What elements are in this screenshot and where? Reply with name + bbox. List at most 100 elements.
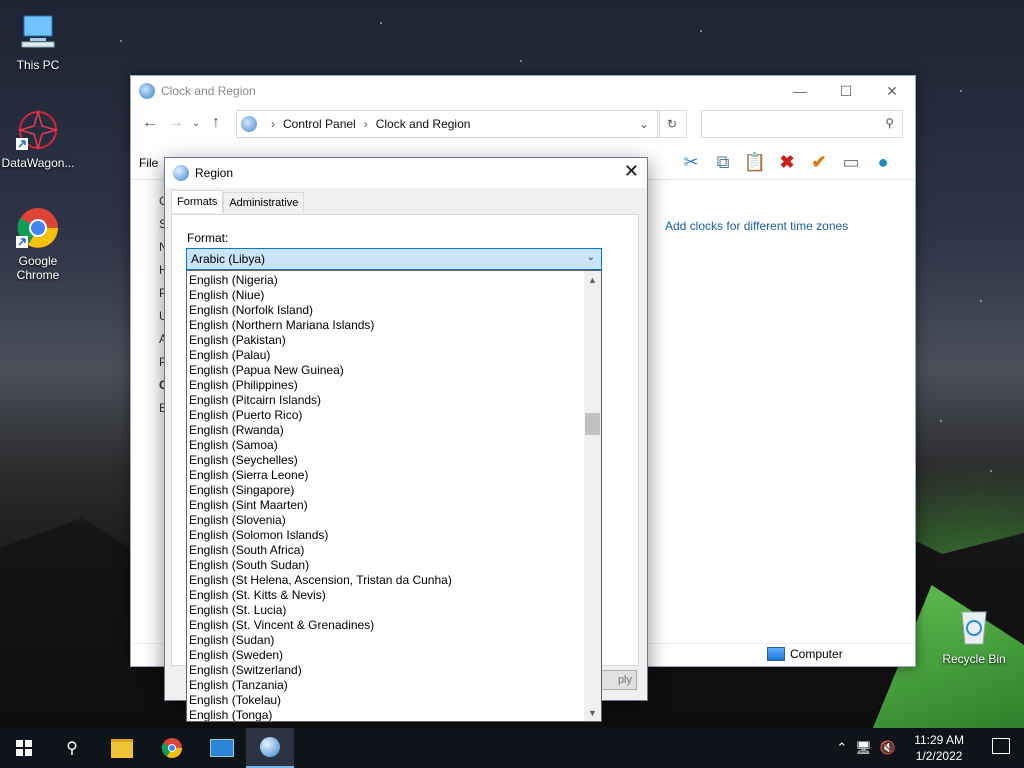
format-option[interactable]: English (St. Lucia) bbox=[189, 603, 601, 618]
recycle-bin-icon bbox=[952, 604, 996, 648]
desktop-icon-label: This PC bbox=[16, 58, 60, 72]
format-option[interactable]: English (Tanzania) bbox=[189, 678, 601, 693]
check-icon[interactable]: ✔ bbox=[807, 150, 831, 174]
this-pc-icon bbox=[16, 10, 60, 54]
format-option[interactable]: English (Tonga) bbox=[189, 708, 601, 721]
format-option[interactable]: English (Pitcairn Islands) bbox=[189, 393, 601, 408]
status-computer: Computer bbox=[767, 647, 843, 661]
format-option[interactable]: English (Slovenia) bbox=[189, 513, 601, 528]
show-hidden-icons[interactable]: ⌃ bbox=[836, 740, 847, 756]
chevron-right-icon: › bbox=[271, 117, 275, 131]
system-tray: ⌃ 🖥 🔇 bbox=[836, 740, 896, 756]
format-option[interactable]: English (St Helena, Ascension, Tristan d… bbox=[189, 573, 601, 588]
region-globe-icon bbox=[173, 165, 189, 181]
format-option[interactable]: English (Tokelau) bbox=[189, 693, 601, 708]
desktop-icon-recycle-bin[interactable]: Recycle Bin bbox=[936, 604, 1012, 666]
desktop-icon-chrome[interactable]: Google Chrome bbox=[0, 206, 76, 282]
format-option[interactable]: English (Solomon Islands) bbox=[189, 528, 601, 543]
fragment: A bbox=[159, 332, 168, 346]
format-option[interactable]: English (St. Kitts & Nevis) bbox=[189, 588, 601, 603]
chrome-icon bbox=[161, 738, 182, 758]
format-option[interactable]: English (Samoa) bbox=[189, 438, 601, 453]
format-option[interactable]: English (Singapore) bbox=[189, 483, 601, 498]
taskbar-control-panel[interactable] bbox=[246, 728, 294, 768]
desktop-icon-this-pc[interactable]: This PC bbox=[0, 10, 76, 72]
format-option[interactable]: English (South Africa) bbox=[189, 543, 601, 558]
status-computer-label: Computer bbox=[790, 647, 843, 661]
paste-icon[interactable]: 📋 bbox=[743, 150, 767, 174]
format-option[interactable]: English (Sudan) bbox=[189, 633, 601, 648]
format-option[interactable]: English (Puerto Rico) bbox=[189, 408, 601, 423]
tab-formats[interactable]: Formats bbox=[171, 190, 224, 213]
notification-center-icon[interactable] bbox=[992, 738, 1010, 754]
format-option[interactable]: English (Northern Mariana Islands) bbox=[189, 318, 601, 333]
format-option[interactable]: English (St. Vincent & Grenadines) bbox=[189, 618, 601, 633]
dropdown-scrollbar[interactable]: ▲ ▼ bbox=[584, 271, 601, 721]
format-option[interactable]: English (South Sudan) bbox=[189, 558, 601, 573]
close-button[interactable]: ✕ bbox=[869, 76, 915, 106]
refresh-button[interactable]: ↻ bbox=[657, 110, 687, 138]
format-option[interactable]: English (Sint Maarten) bbox=[189, 498, 601, 513]
delete-icon[interactable]: ✖ bbox=[775, 150, 799, 174]
format-label: Format: bbox=[187, 231, 229, 245]
globe-icon[interactable]: ● bbox=[871, 150, 895, 174]
app-window-icon bbox=[210, 739, 234, 757]
forward-arrow-icon[interactable]: → bbox=[163, 114, 189, 132]
scroll-thumb[interactable] bbox=[585, 413, 600, 435]
cut-icon[interactable]: ✂ bbox=[679, 150, 703, 174]
add-clocks-link[interactable]: Add clocks for different time zones bbox=[665, 219, 848, 233]
datawagon-icon bbox=[16, 108, 60, 152]
fragment: N bbox=[131, 240, 168, 263]
taskbar-clock[interactable]: 11:29 AM 1/2/2022 bbox=[914, 732, 964, 764]
scroll-down-icon[interactable]: ▼ bbox=[584, 704, 601, 721]
taskbar-app[interactable] bbox=[198, 728, 246, 768]
scroll-up-icon[interactable]: ▲ bbox=[584, 271, 601, 288]
chevron-right-icon: › bbox=[363, 117, 368, 131]
volume-muted-icon[interactable]: 🔇 bbox=[880, 740, 896, 756]
format-option[interactable]: English (Nigeria) bbox=[189, 273, 601, 288]
folder-icon bbox=[111, 738, 133, 758]
taskbar-chrome[interactable] bbox=[148, 728, 196, 768]
breadcrumb-clock-and-region[interactable]: Clock and Region bbox=[376, 117, 471, 131]
format-option[interactable]: English (Rwanda) bbox=[189, 423, 601, 438]
format-option[interactable]: English (Sweden) bbox=[189, 648, 601, 663]
rename-icon[interactable]: ▭ bbox=[839, 150, 863, 174]
format-option[interactable]: English (Switzerland) bbox=[189, 663, 601, 678]
up-arrow-icon[interactable]: ↑ bbox=[203, 114, 229, 132]
fragment: C bbox=[131, 378, 168, 401]
start-button[interactable] bbox=[0, 728, 48, 768]
format-option[interactable]: English (Papua New Guinea) bbox=[189, 363, 601, 378]
search-icon: ⚲ bbox=[66, 740, 78, 757]
chevron-down-icon: ⌄ bbox=[586, 252, 595, 263]
taskbar-file-explorer[interactable] bbox=[98, 728, 146, 768]
network-icon[interactable]: 🖥 bbox=[855, 740, 872, 756]
format-option[interactable]: English (Pakistan) bbox=[189, 333, 601, 348]
tab-administrative[interactable]: Administrative bbox=[223, 192, 305, 213]
format-option[interactable]: English (Niue) bbox=[189, 288, 601, 303]
desktop-icon-datawagon[interactable]: DataWagon... bbox=[0, 108, 76, 170]
address-bar[interactable]: › Control Panel › Clock and Region ⌄ bbox=[236, 110, 660, 138]
search-input[interactable]: ⚲ bbox=[701, 110, 903, 138]
apply-button[interactable]: ply bbox=[599, 670, 637, 690]
breadcrumb-control-panel[interactable]: Control Panel bbox=[283, 117, 356, 131]
format-option[interactable]: English (Norfolk Island) bbox=[189, 303, 601, 318]
format-option[interactable]: English (Sierra Leone) bbox=[189, 468, 601, 483]
fragment: E bbox=[159, 401, 168, 415]
fragment: U bbox=[131, 309, 168, 332]
chevron-down-icon[interactable]: ⌄ bbox=[639, 117, 649, 131]
taskbar-search-button[interactable]: ⚲ bbox=[48, 728, 96, 768]
explorer-title: Clock and Region bbox=[161, 84, 256, 98]
recent-dropdown-icon[interactable]: ⌄ bbox=[189, 118, 203, 129]
format-option[interactable]: English (Philippines) bbox=[189, 378, 601, 393]
minimize-button[interactable]: — bbox=[777, 76, 823, 106]
maximize-button[interactable]: ☐ bbox=[823, 76, 869, 106]
region-close-button[interactable]: ✕ bbox=[624, 161, 639, 182]
desktop-icon-label: Google Chrome bbox=[16, 254, 60, 282]
format-option[interactable]: English (Palau) bbox=[189, 348, 601, 363]
menu-file[interactable]: File bbox=[139, 156, 158, 170]
format-option[interactable]: English (Seychelles) bbox=[189, 453, 601, 468]
copy-icon[interactable]: ⧉ bbox=[711, 150, 735, 174]
computer-icon bbox=[767, 647, 785, 661]
back-arrow-icon[interactable]: ← bbox=[137, 114, 163, 132]
format-combobox[interactable]: Arabic (Libya) ⌄ bbox=[186, 248, 602, 270]
